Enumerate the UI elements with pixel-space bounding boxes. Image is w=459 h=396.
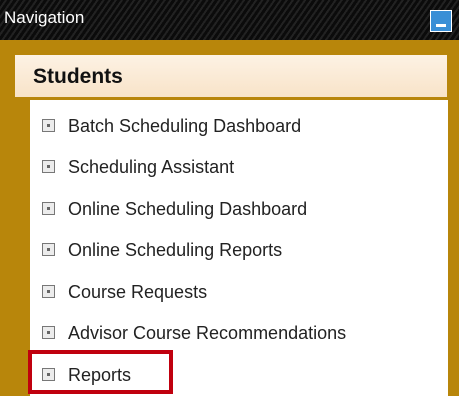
nav-item-label[interactable]: Course Requests	[68, 281, 207, 303]
square-bullet-icon	[42, 285, 55, 298]
nav-item-scheduling-assistant[interactable]: Scheduling Assistant	[30, 151, 448, 181]
nav-item-course-requests[interactable]: Course Requests	[30, 276, 448, 306]
nav-item-advisor-course-recommendations[interactable]: Advisor Course Recommendations	[30, 317, 448, 347]
square-bullet-icon	[42, 243, 55, 256]
navigation-title: Navigation	[4, 8, 85, 27]
square-bullet-icon	[42, 202, 55, 215]
nav-item-label[interactable]: Scheduling Assistant	[68, 156, 234, 178]
nav-item-label[interactable]: Batch Scheduling Dashboard	[68, 115, 301, 137]
navigation-panel: Navigation Students Batch Scheduling Das…	[0, 0, 459, 396]
minimize-icon[interactable]	[430, 10, 452, 32]
square-bullet-icon	[42, 160, 55, 173]
nav-item-batch-scheduling-dashboard[interactable]: Batch Scheduling Dashboard	[30, 110, 448, 140]
navigation-titlebar: Navigation	[0, 0, 459, 40]
section-header-label: Students	[33, 65, 123, 88]
square-bullet-icon	[42, 119, 55, 132]
nav-item-label[interactable]: Online Scheduling Reports	[68, 239, 282, 261]
nav-item-online-scheduling-reports[interactable]: Online Scheduling Reports	[30, 234, 448, 264]
nav-item-label[interactable]: Online Scheduling Dashboard	[68, 198, 307, 220]
square-bullet-icon	[42, 326, 55, 339]
nav-item-online-scheduling-dashboard[interactable]: Online Scheduling Dashboard	[30, 193, 448, 223]
nav-item-label[interactable]: Advisor Course Recommendations	[68, 322, 346, 344]
section-header-students[interactable]: Students	[14, 54, 448, 98]
reports-highlight-box	[28, 350, 173, 394]
